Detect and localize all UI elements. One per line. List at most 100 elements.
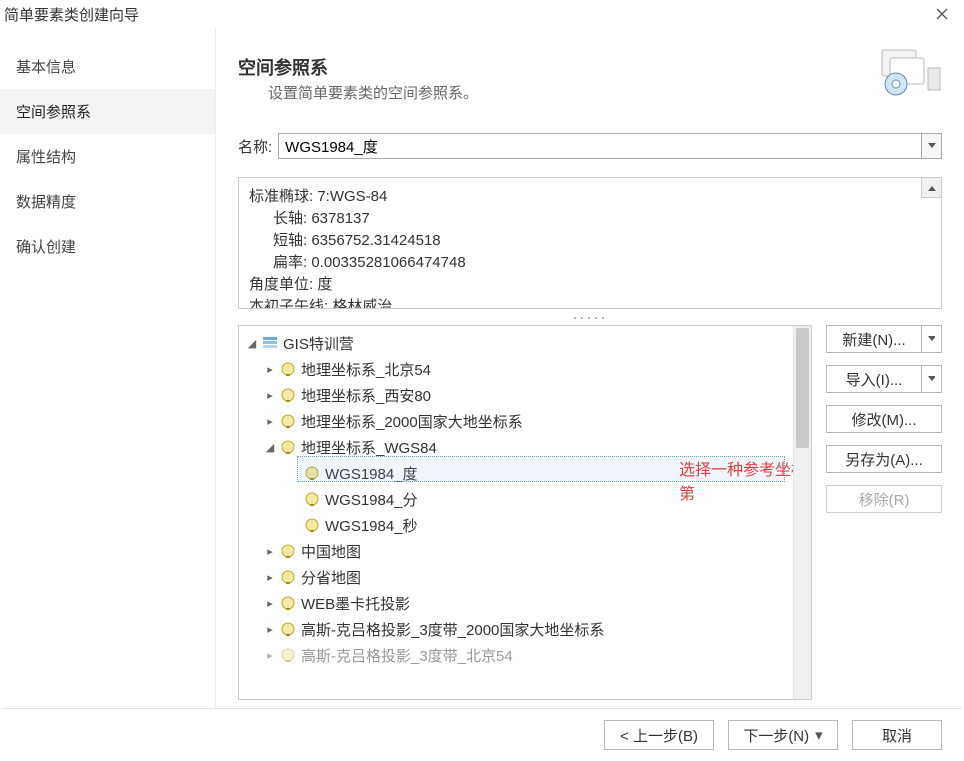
prev-button-label: < 上一步(B) [620,725,698,746]
prev-button[interactable]: < 上一步(B) [604,720,714,750]
globe-icon [279,620,297,638]
angle-value: 度 [317,276,332,293]
page-title: 空间参照系 [238,54,942,80]
import-button[interactable]: 导入(I)... [826,365,922,393]
tree-leaf-wgs84-deg[interactable]: WGS1984_度 [239,460,811,486]
close-button[interactable] [924,0,960,28]
tree-node-wgs84[interactable]: ◢地理坐标系_WGS84 [239,434,811,460]
globe-icon [303,516,321,534]
pm-label: 本初子午线: [249,298,328,309]
chevron-down-icon [928,376,935,382]
tree-leaf-wgs84-sec[interactable]: WGS1984_秒 [239,512,811,538]
expand-icon: ▸ [263,597,277,610]
globe-icon [279,594,297,612]
tree-item-label: 高斯-克吕格投影_3度带_2000国家大地坐标系 [301,619,604,640]
name-input[interactable] [278,133,922,159]
expand-icon: ▸ [263,545,277,558]
window-title: 简单要素类创建向导 [4,4,924,25]
minor-value: 6356752.31424518 [311,232,440,249]
tree-item-label: 地理坐标系_北京54 [301,359,431,380]
pm-value: 格林威治 [332,298,392,309]
new-button-dropdown[interactable] [922,325,942,353]
globe-icon [279,646,297,664]
tree-item-label: WEB墨卡托投影 [301,593,410,614]
tree-item-label: WGS1984_度 [325,463,418,484]
tree-item-label: WGS1984_秒 [325,515,418,536]
titlebar: 简单要素类创建向导 [0,0,964,28]
tree-root[interactable]: ◢ GIS特训营 [239,330,811,356]
tree-item-label: 高斯-克吕格投影_3度带_北京54 [301,645,513,666]
main-layout: 基本信息 空间参照系 属性结构 数据精度 确认创建 空间参照系 设置简单要素类的… [0,28,964,708]
tree-leaf-wgs84-min[interactable]: WGS1984_分 [239,486,811,512]
tree-root-label: GIS特训营 [283,333,354,354]
globe-icon [279,412,297,430]
tree-node[interactable]: ▸ 地理坐标系_西安80 [239,382,811,408]
next-button[interactable]: 下一步(N) ▾ [728,720,838,750]
caret-up-icon [928,185,936,191]
globe-icon [279,438,297,456]
globe-icon [279,386,297,404]
page-subtitle: 设置简单要素类的空间参照系。 [268,82,942,103]
tree-node[interactable]: ▸ 中国地图 [239,538,811,564]
major-label: 长轴: [273,210,307,227]
tree-item-label: WGS1984_分 [325,489,418,510]
name-label: 名称: [238,136,272,157]
tree-item-label: 地理坐标系_西安80 [301,385,431,406]
tree-node[interactable]: ▸ 地理坐标系_北京54 [239,356,811,382]
tree-node[interactable]: ▸ 地理坐标系_2000国家大地坐标系 [239,408,811,434]
sidebar-item-confirm[interactable]: 确认创建 [0,224,215,269]
database-icon [261,334,279,352]
tree-item-label: 中国地图 [301,541,361,562]
expand-icon: ▸ [263,363,277,376]
globe-icon [303,464,321,482]
sidebar-item-precision[interactable]: 数据精度 [0,179,215,224]
expand-icon: ▸ [263,415,277,428]
scroll-thumb[interactable] [796,328,809,448]
ellipsoid-label: 标准椭球: [249,188,313,205]
tree-node[interactable]: ▸ WEB墨卡托投影 [239,590,811,616]
sidebar-item-attr[interactable]: 属性结构 [0,134,215,179]
header-graphic [876,46,946,98]
close-icon [936,8,948,20]
expand-icon: ▸ [263,623,277,636]
new-button-group: 新建(N)... [826,325,942,353]
import-button-group: 导入(I)... [826,365,942,393]
collapse-icon: ◢ [263,441,277,454]
tree-node[interactable]: ▸ 高斯-克吕格投影_3度带_北京54 [239,642,811,668]
tree-node[interactable]: ▸ 分省地图 [239,564,811,590]
info-scroll-up[interactable] [921,178,941,198]
expand-icon: ▸ [263,649,277,662]
srs-tree[interactable]: ◢ GIS特训营 ▸ 地理坐标系_北京54 ▸ 地理坐标系_西安80 ▸ 地理坐标系_… [238,325,812,700]
expand-icon: ▸ [263,389,277,402]
import-button-dropdown[interactable] [922,365,942,393]
remove-button[interactable]: 移除(R) [826,485,942,513]
button-column: 新建(N)... 导入(I)... 修改(M)... 另存为(A)... 移除(… [826,325,942,700]
flat-label: 扁率: [273,254,307,271]
next-button-label: 下一步(N) [743,725,809,746]
globe-icon [279,542,297,560]
tree-item-label: 分省地图 [301,567,361,588]
major-value: 6378137 [311,210,369,227]
lower-pane: ◢ GIS特训营 ▸ 地理坐标系_北京54 ▸ 地理坐标系_西安80 ▸ 地理坐标系_… [238,325,942,700]
splitter-handle[interactable]: ····· [238,309,942,325]
minor-label: 短轴: [273,232,307,249]
angle-label: 角度单位: [249,276,313,293]
modify-button[interactable]: 修改(M)... [826,405,942,433]
sidebar-item-srs[interactable]: 空间参照系 [0,89,215,134]
sidebar-item-basic[interactable]: 基本信息 [0,44,215,89]
tree-node[interactable]: ▸ 高斯-克吕格投影_3度带_2000国家大地坐标系 [239,616,811,642]
new-button[interactable]: 新建(N)... [826,325,922,353]
name-dropdown[interactable] [922,133,942,159]
saveas-button[interactable]: 另存为(A)... [826,445,942,473]
srs-info-box: 标准椭球: 7:WGS-84 长轴: 6378137 短轴: 6356752.3… [238,177,942,309]
collapse-icon: ◢ [245,337,259,350]
tree-scrollbar[interactable] [793,326,811,699]
chevron-down-icon [928,336,935,342]
globe-icon [279,568,297,586]
chevron-down-icon: ▾ [815,726,823,744]
footer: < 上一步(B) 下一步(N) ▾ 取消 [0,709,964,761]
cancel-button[interactable]: 取消 [852,720,942,750]
expand-icon: ▸ [263,571,277,584]
name-row: 名称: [238,133,942,159]
tree-item-label: 地理坐标系_2000国家大地坐标系 [301,411,523,432]
